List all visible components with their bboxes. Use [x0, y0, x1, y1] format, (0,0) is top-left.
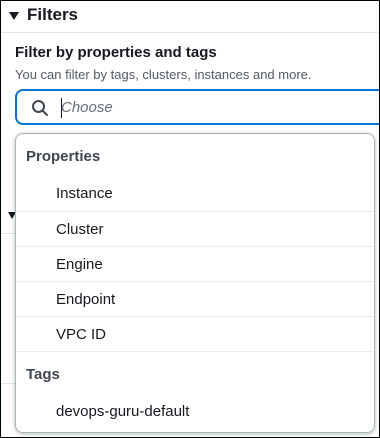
search-icon [32, 100, 48, 116]
option-vpc-id[interactable]: VPC ID [16, 316, 374, 351]
filter-search-box[interactable] [15, 89, 379, 125]
group-label-properties: Properties [26, 148, 101, 165]
filter-dropdown-menu: Properties Instance Cluster Engine Endpo… [15, 133, 375, 433]
filters-panel: Filters Filter by properties and tags Yo… [0, 0, 380, 438]
group-divider [16, 351, 374, 352]
option-devops-guru-default[interactable]: devops-guru-default [16, 394, 374, 429]
option-label: VPC ID [56, 326, 107, 343]
filter-search-input[interactable] [61, 95, 361, 119]
section-title: Filters [27, 5, 79, 24]
option-instance[interactable]: Instance [16, 176, 374, 211]
option-label: Engine [56, 256, 103, 273]
group-label-tags: Tags [26, 366, 60, 383]
option-endpoint[interactable]: Endpoint [16, 281, 374, 316]
option-engine[interactable]: Engine [16, 246, 374, 281]
filters-section-header[interactable]: Filters [9, 3, 78, 27]
option-label: Endpoint [56, 291, 116, 308]
option-cluster[interactable]: Cluster [16, 211, 374, 246]
section-divider [1, 32, 379, 33]
filter-field-label: Filter by properties and tags [15, 44, 217, 61]
caret-down-icon [9, 11, 19, 20]
option-label: Instance [56, 185, 113, 202]
filter-field-description: You can filter by tags, clusters, instan… [15, 67, 312, 82]
option-label: devops-guru-default [56, 403, 190, 420]
option-label: Cluster [56, 221, 104, 238]
